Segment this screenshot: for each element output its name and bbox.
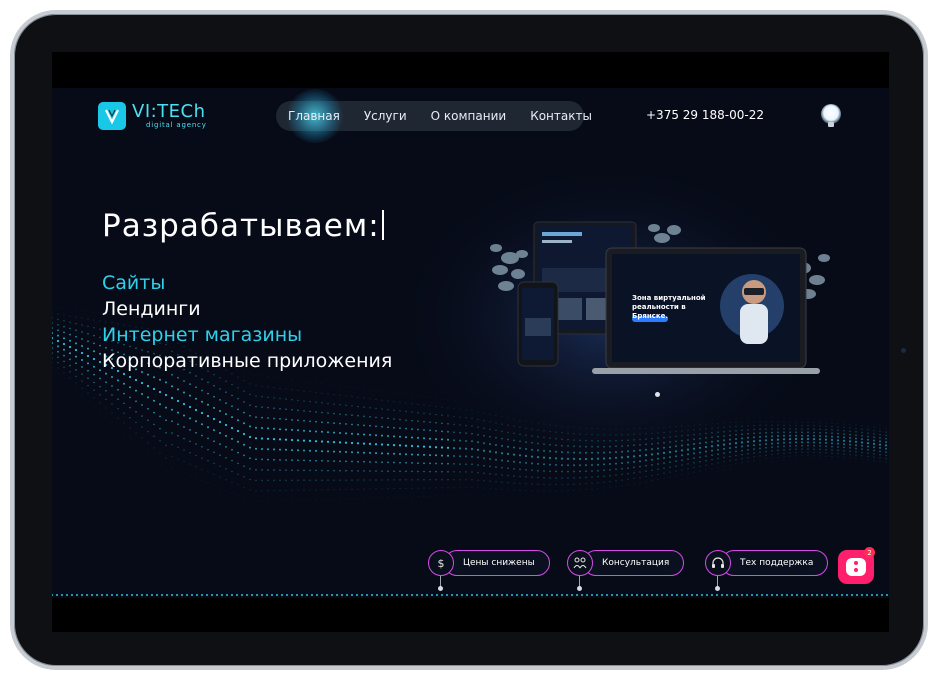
logo-tagline: digital agency — [146, 121, 207, 129]
people-icon — [567, 550, 593, 576]
nav-about[interactable]: О компании — [419, 109, 519, 123]
screen: VI:TECh digital agency Главная Услуги О … — [52, 52, 889, 632]
logo-v-icon — [98, 102, 126, 130]
prices-reduced-label: Цены снижены — [444, 550, 550, 576]
headset-icon — [705, 550, 731, 576]
website: VI:TECh digital agency Главная Услуги О … — [52, 88, 889, 598]
consultation-label: Консультация — [583, 550, 685, 576]
nav-home[interactable]: Главная — [276, 109, 352, 123]
service-websites: Сайты — [102, 272, 166, 294]
tech-support-label: Тех поддержка — [721, 550, 829, 576]
dollar-icon: $ — [428, 550, 454, 576]
service-corporate-apps: Корпоративные приложения — [102, 350, 393, 372]
consultation-button[interactable]: Консультация — [567, 549, 685, 591]
chat-icon — [846, 558, 866, 576]
logo-name: VI:TECh — [132, 101, 206, 122]
main-nav: Главная Услуги О компании Контакты — [276, 89, 592, 143]
tablet-camera — [901, 348, 906, 353]
phone-number[interactable]: +375 29 188-00-22 — [646, 108, 764, 122]
chat-unread-badge: 2 — [864, 547, 875, 558]
screen-top-bar — [52, 52, 889, 88]
nav-services[interactable]: Услуги — [352, 109, 419, 123]
service-ecommerce: Интернет магазины — [102, 324, 303, 346]
prices-reduced-button[interactable]: $ Цены снижены — [428, 549, 550, 591]
nav-contacts[interactable]: Контакты — [518, 109, 604, 123]
carousel-dot[interactable] — [655, 392, 660, 397]
service-landings: Лендинги — [102, 298, 201, 320]
logo[interactable]: VI:TECh digital agency — [98, 102, 207, 130]
typing-cursor — [381, 210, 384, 240]
tech-support-button[interactable]: Тех поддержка — [705, 549, 829, 591]
hero-title: Разрабатываем: — [102, 208, 384, 244]
mockup-headline: Зона виртуальной реальности в Брянске. — [632, 294, 706, 320]
lightbulb-icon[interactable] — [820, 103, 842, 131]
screen-bottom-bar — [52, 598, 889, 632]
